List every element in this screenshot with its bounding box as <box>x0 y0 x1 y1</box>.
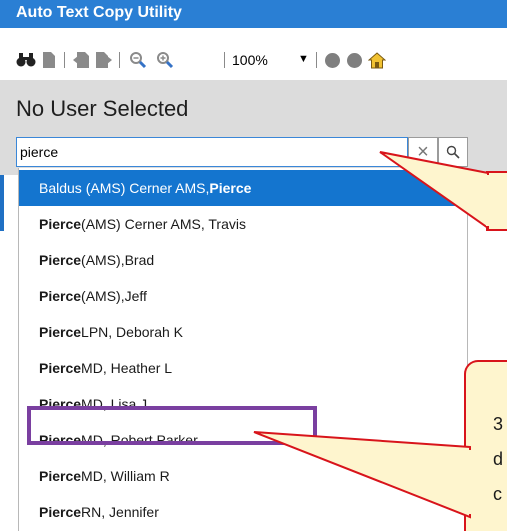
title-bar: Auto Text Copy Utility <box>0 0 507 28</box>
window-title: Auto Text Copy Utility <box>16 4 182 21</box>
zoom-level-select[interactable]: 100% <box>232 52 268 68</box>
page-title: No User Selected <box>16 96 189 121</box>
result-match-text: Pierce <box>39 216 82 232</box>
result-list-item[interactable]: Pierce LPN, Deborah K <box>19 314 467 350</box>
lower-callout-pointer <box>253 431 473 519</box>
circle-icon[interactable] <box>347 53 362 68</box>
binoculars-icon[interactable] <box>16 51 36 69</box>
zoom-in-icon[interactable] <box>155 51 175 69</box>
result-text: MD, William R <box>81 468 170 484</box>
callout-text-line-2: d <box>493 449 504 469</box>
result-match-text: Pierce <box>39 324 82 340</box>
toolbar-separator <box>119 52 120 68</box>
result-text: RN, Jennifer <box>81 504 159 520</box>
page-back-icon[interactable] <box>72 51 90 69</box>
toolbar-separator <box>316 52 317 68</box>
left-accent-bar <box>0 175 4 231</box>
toolbar: 100% ▼ <box>0 28 507 80</box>
home-icon[interactable] <box>368 51 386 69</box>
result-match-text: Pierce <box>39 360 82 376</box>
search-input[interactable] <box>16 137 408 167</box>
chevron-down-icon[interactable]: ▼ <box>298 53 309 65</box>
callout-text-line-1: 3 <box>493 414 504 434</box>
result-match-text: Pierce <box>39 252 82 268</box>
result-match-text: Pierce <box>209 180 252 196</box>
upper-callout-pointer <box>379 151 490 230</box>
result-text: LPN, Deborah K <box>81 324 183 340</box>
circle-icon[interactable] <box>325 53 340 68</box>
result-list-item[interactable]: Pierce (AMS),Brad <box>19 242 467 278</box>
result-text: MD, Heather L <box>81 360 173 376</box>
page-icon[interactable] <box>42 51 56 69</box>
toolbar-separator <box>64 52 65 68</box>
toolbar-separator <box>224 52 225 68</box>
result-text: Baldus (AMS) Cerner AMS, <box>39 180 210 196</box>
result-list-item[interactable]: Pierce MD, Heather L <box>19 350 467 386</box>
page-forward-icon[interactable] <box>95 51 113 69</box>
result-match-text: Pierce <box>39 504 82 520</box>
result-match-text: Pierce <box>39 468 82 484</box>
result-text: (AMS) Cerner AMS, Travis <box>81 216 246 232</box>
search-input-value[interactable]: pierce <box>20 144 58 160</box>
callout-text-line-3: c <box>493 484 502 504</box>
result-list-item[interactable]: Pierce (AMS),Jeff <box>19 278 467 314</box>
zoom-out-icon[interactable] <box>128 51 148 69</box>
result-text: (AMS),Jeff <box>81 288 147 304</box>
result-match-text: Pierce <box>39 288 82 304</box>
result-text: (AMS),Brad <box>81 252 155 268</box>
